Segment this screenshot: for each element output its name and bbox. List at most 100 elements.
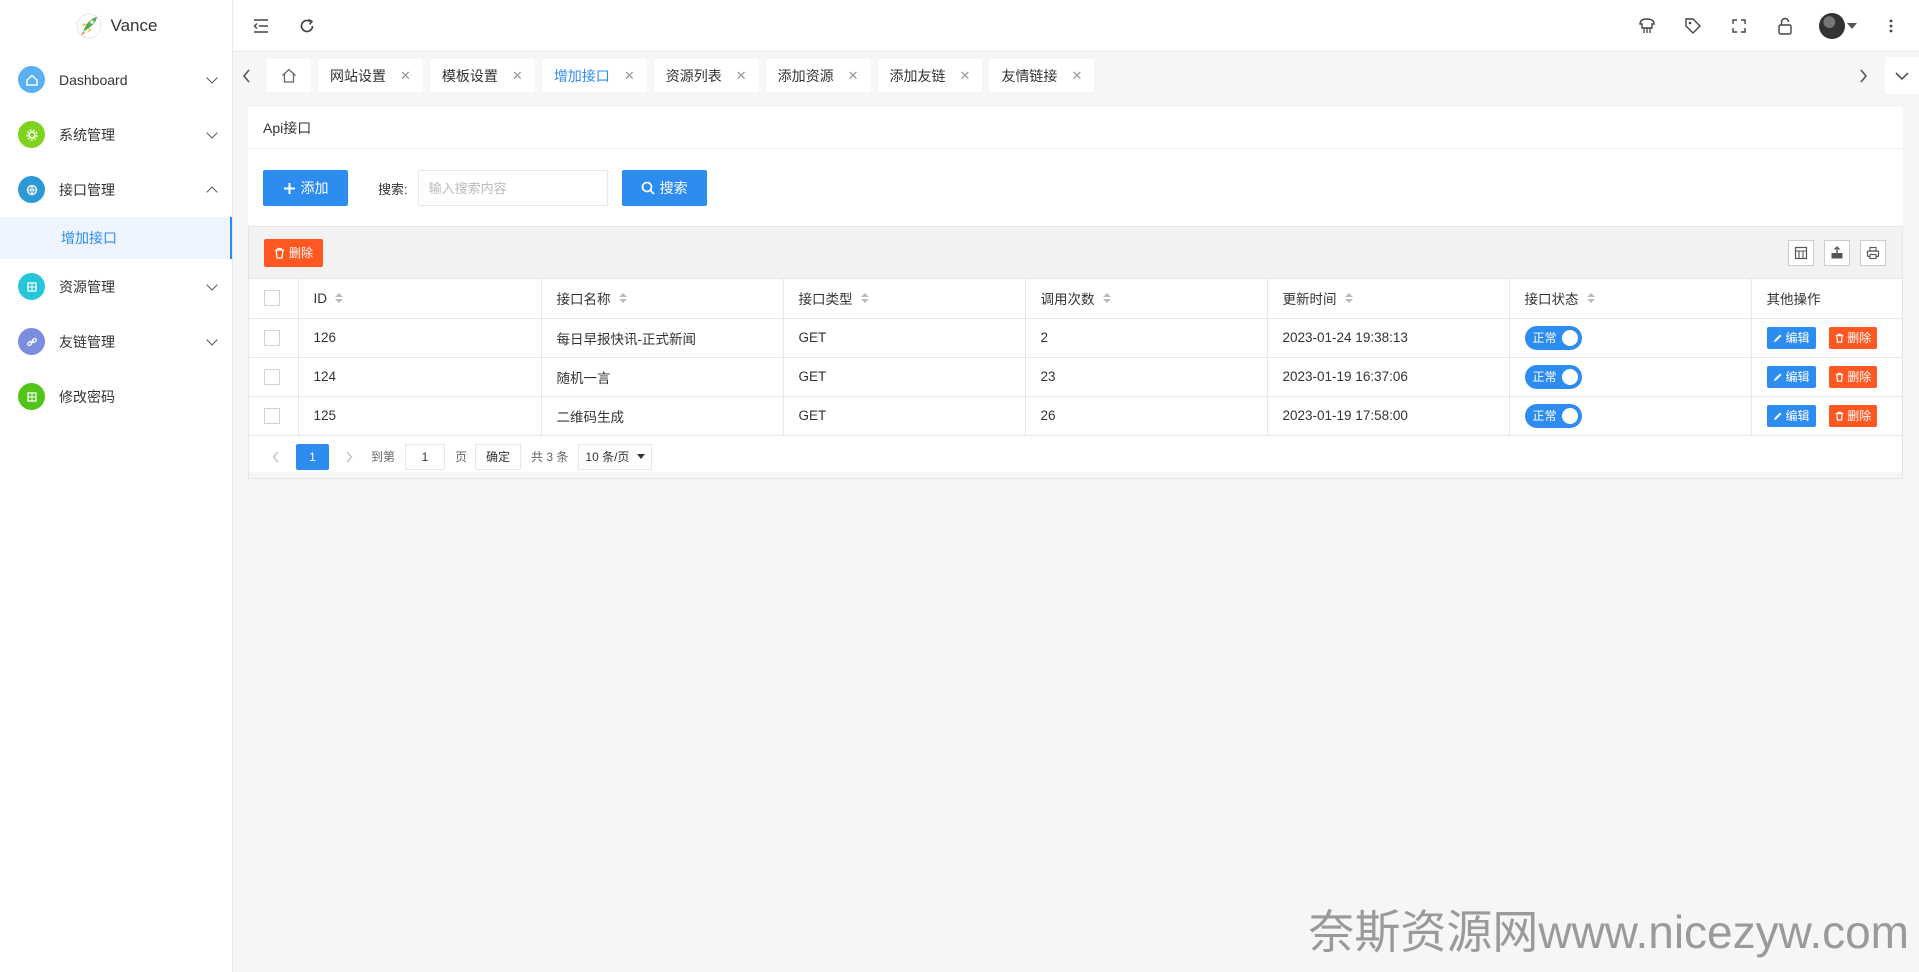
tabs-next-button[interactable] bbox=[1849, 68, 1877, 83]
tab-home[interactable] bbox=[267, 59, 311, 92]
row-checkbox[interactable] bbox=[264, 407, 280, 424]
tab-add-api[interactable]: 增加接口 ✕ bbox=[541, 59, 647, 92]
sidebar-item-password[interactable]: 修改密码 bbox=[0, 369, 232, 424]
table-header-row: ID 接口名称 接口类型 调用次数 更新时间 接口状态 其他操作 bbox=[249, 279, 1902, 319]
chevron-up-icon bbox=[206, 185, 218, 198]
column-header-calls[interactable]: 调用次数 bbox=[1025, 279, 1268, 319]
column-header-name[interactable]: 接口名称 bbox=[541, 279, 784, 319]
next-page-button[interactable] bbox=[337, 451, 361, 463]
sidebar-item-api[interactable]: 接口管理 bbox=[0, 162, 232, 217]
close-icon[interactable]: ✕ bbox=[1071, 68, 1082, 84]
goto-page-input[interactable] bbox=[405, 443, 446, 470]
edit-button[interactable]: 编辑 bbox=[1766, 404, 1816, 427]
sidebar-item-links[interactable]: 友链管理 bbox=[0, 314, 232, 369]
sidebar-item-dashboard[interactable]: Dashboard bbox=[0, 52, 232, 107]
trash-icon bbox=[1836, 372, 1844, 382]
sidebar-item-resources[interactable]: 资源管理 bbox=[0, 259, 232, 314]
caret-down-icon bbox=[637, 454, 646, 459]
column-header-type[interactable]: 接口类型 bbox=[783, 279, 1026, 319]
export-icon[interactable] bbox=[1824, 239, 1850, 266]
close-icon[interactable]: ✕ bbox=[848, 68, 859, 84]
page-current[interactable]: 1 bbox=[296, 443, 329, 470]
batch-delete-button[interactable]: 删除 bbox=[264, 238, 324, 267]
sidebar: Vance Dashboard 系统管理 接口管理 增加接口 资源管理 友链管理… bbox=[0, 0, 233, 972]
tab-friend-links[interactable]: 友情链接 ✕ bbox=[989, 59, 1095, 92]
row-checkbox[interactable] bbox=[264, 329, 280, 346]
delete-button[interactable]: 删除 bbox=[1829, 326, 1878, 349]
edit-button[interactable]: 编辑 bbox=[1766, 365, 1816, 388]
page-size-select[interactable]: 10 条/页 bbox=[578, 443, 653, 470]
tab-label: 资源列表 bbox=[665, 67, 722, 84]
refresh-icon[interactable] bbox=[295, 14, 319, 38]
sort-icon[interactable] bbox=[1344, 293, 1353, 304]
page-size-value: 10 条/页 bbox=[585, 450, 630, 464]
search-icon bbox=[641, 181, 655, 195]
sidebar-item-system[interactable]: 系统管理 bbox=[0, 107, 232, 162]
close-icon[interactable]: ✕ bbox=[400, 68, 411, 84]
goto-confirm-button[interactable]: 确定 bbox=[475, 443, 522, 470]
close-icon[interactable]: ✕ bbox=[512, 68, 523, 84]
tab-label: 添加资源 bbox=[777, 67, 834, 84]
prev-page-button[interactable] bbox=[264, 451, 288, 463]
edit-button[interactable]: 编辑 bbox=[1766, 326, 1816, 349]
cell-calls: 2 bbox=[1025, 318, 1268, 358]
status-toggle-label: 正常 bbox=[1532, 331, 1557, 345]
row-select-cell bbox=[249, 357, 299, 397]
sort-icon[interactable] bbox=[618, 293, 627, 304]
close-icon[interactable]: ✕ bbox=[736, 68, 747, 84]
search-input[interactable] bbox=[417, 170, 608, 206]
user-menu[interactable] bbox=[1819, 12, 1857, 39]
column-header-id[interactable]: ID bbox=[298, 279, 542, 319]
print-icon[interactable] bbox=[1860, 239, 1886, 266]
tab-template-settings[interactable]: 模板设置 ✕ bbox=[429, 59, 535, 92]
close-icon[interactable]: ✕ bbox=[960, 68, 971, 84]
close-icon[interactable]: ✕ bbox=[624, 68, 635, 84]
dashboard-icon bbox=[18, 66, 45, 93]
fullscreen-icon[interactable] bbox=[1727, 14, 1751, 38]
sort-icon[interactable] bbox=[1102, 293, 1111, 304]
tabs-prev-button[interactable] bbox=[233, 68, 261, 83]
row-checkbox[interactable] bbox=[264, 368, 280, 385]
api-table: ID 接口名称 接口类型 调用次数 更新时间 接口状态 其他操作 126 每日早… bbox=[249, 279, 1902, 436]
cell-updated: 2023-01-19 16:37:06 bbox=[1267, 357, 1510, 397]
cell-name: 二维码生成 bbox=[541, 396, 784, 436]
search-button[interactable]: 搜索 bbox=[621, 170, 707, 206]
status-toggle[interactable]: 正常 bbox=[1524, 325, 1582, 350]
more-vertical-icon[interactable] bbox=[1879, 14, 1903, 38]
delete-button[interactable]: 删除 bbox=[1829, 404, 1878, 427]
tab-site-settings[interactable]: 网站设置 ✕ bbox=[318, 59, 423, 92]
sort-icon[interactable] bbox=[1586, 293, 1595, 304]
delete-button[interactable]: 删除 bbox=[1829, 365, 1878, 388]
select-all-checkbox[interactable] bbox=[264, 290, 280, 307]
column-header-updated[interactable]: 更新时间 bbox=[1267, 279, 1510, 319]
cell-type: GET bbox=[783, 396, 1026, 436]
tag-icon[interactable] bbox=[1681, 14, 1705, 38]
add-button-label: 添加 bbox=[300, 180, 329, 196]
link-icon bbox=[18, 328, 45, 355]
sort-icon[interactable] bbox=[335, 293, 343, 304]
data-table-wrapper: 删除 ID 接口名称 接口类型 调用次数 更新时间 接口状态 其他操作 126 … bbox=[248, 226, 1903, 479]
globe-icon bbox=[18, 176, 45, 203]
table-row: 124 随机一言 GET 23 2023-01-19 16:37:06 正常 编… bbox=[249, 357, 1902, 397]
tab-resource-list[interactable]: 资源列表 ✕ bbox=[653, 59, 759, 92]
add-button[interactable]: 添加 bbox=[263, 170, 348, 206]
trash-icon bbox=[1836, 333, 1844, 343]
tab-add-link[interactable]: 添加友链 ✕ bbox=[877, 59, 983, 92]
status-toggle[interactable]: 正常 bbox=[1524, 364, 1582, 389]
plus-icon bbox=[283, 182, 295, 194]
logo[interactable]: Vance bbox=[0, 0, 232, 52]
tabs-menu-button[interactable] bbox=[1885, 57, 1919, 94]
column-header-status[interactable]: 接口状态 bbox=[1509, 279, 1752, 319]
sidebar-subitem-add-api[interactable]: 增加接口 bbox=[0, 217, 232, 259]
lock-icon[interactable] bbox=[1773, 14, 1797, 38]
status-toggle[interactable]: 正常 bbox=[1524, 403, 1582, 428]
tab-add-resource[interactable]: 添加资源 ✕ bbox=[765, 59, 871, 92]
theme-icon[interactable] bbox=[1635, 14, 1659, 38]
chevron-down-icon bbox=[206, 333, 218, 346]
chevron-down-icon bbox=[206, 71, 218, 84]
columns-filter-icon[interactable] bbox=[1788, 239, 1814, 266]
menu-collapse-icon[interactable] bbox=[249, 14, 273, 38]
pagination: 1 到第 页 确定 共 3 条 10 条/页 bbox=[249, 436, 1902, 478]
status-toggle-label: 正常 bbox=[1532, 409, 1557, 423]
sort-icon[interactable] bbox=[860, 293, 869, 304]
